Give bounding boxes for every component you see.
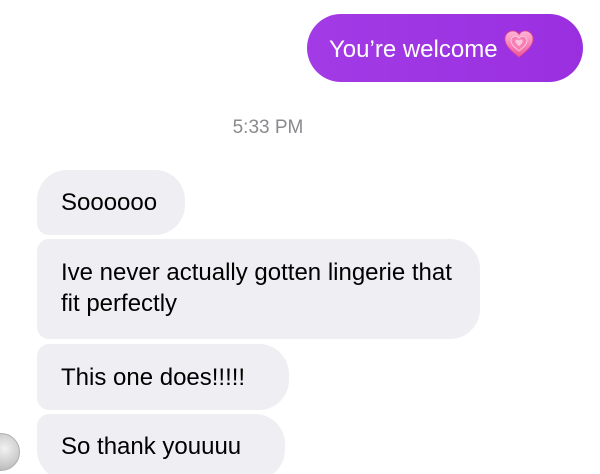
received-message-bubble[interactable]: Soooooo — [37, 170, 185, 235]
received-message-bubble[interactable]: So thank youuuu — [37, 414, 285, 474]
chat-thread: You’re welcome 5:33 PM Soooooo Ive never… — [0, 0, 600, 474]
received-message-text: So thank youuuu — [61, 433, 242, 460]
sent-message-text: You’re welcome — [329, 36, 498, 63]
message-timestamp: 5:33 PM — [232, 117, 304, 138]
received-message-bubble[interactable]: This one does!!!!! — [37, 344, 289, 410]
sent-message-bubble[interactable]: You’re welcome — [307, 14, 583, 82]
received-message-text: This one does!!!!! — [61, 364, 246, 391]
received-message-text: Soooooo — [61, 189, 158, 216]
sender-avatar[interactable] — [0, 433, 20, 471]
received-message-text: Ive never actually gotten lingerie that … — [61, 259, 452, 317]
received-message-bubble[interactable]: Ive never actually gotten lingerie that … — [37, 239, 480, 339]
growing-heart-icon — [504, 30, 534, 66]
